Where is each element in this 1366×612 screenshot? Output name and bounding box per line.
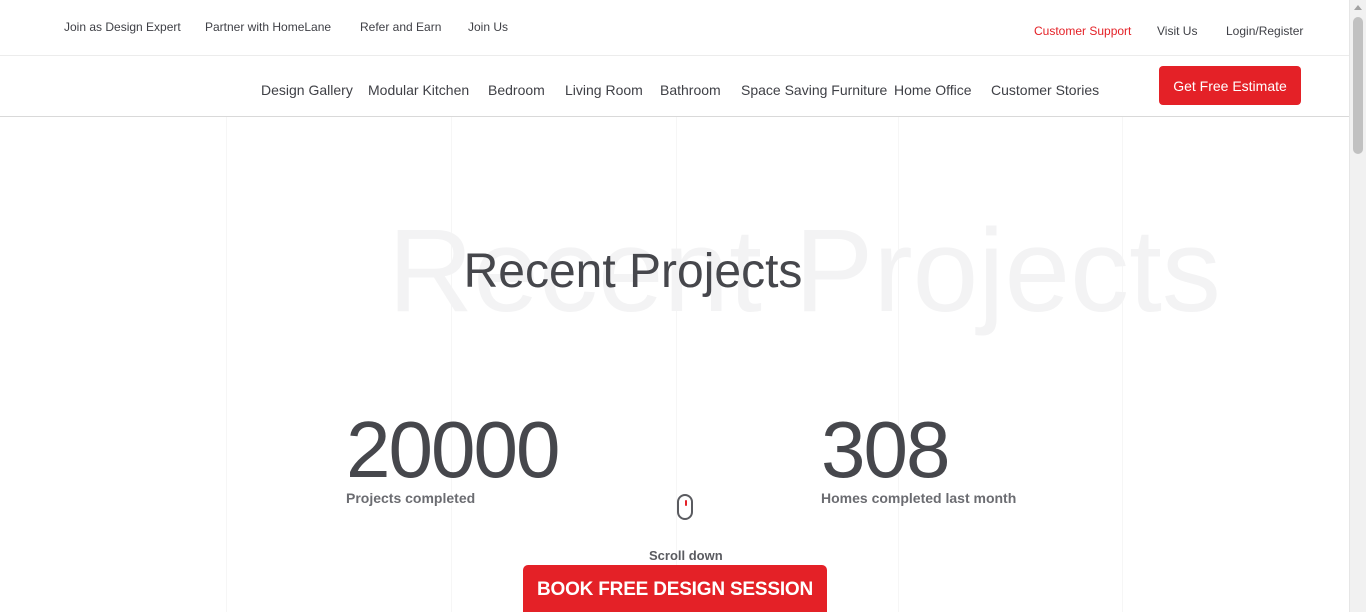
customer-support-link[interactable]: Customer Support [1034,24,1131,38]
stat-projects-value: 20000 [346,405,560,494]
scroll-down-label[interactable]: Scroll down [649,548,723,563]
book-design-session-button[interactable]: BOOK FREE DESIGN SESSION [523,565,827,612]
get-free-estimate-button[interactable]: Get Free Estimate [1159,66,1301,105]
stat-homes-value: 308 [821,405,950,494]
nav-item-space-saving-furniture[interactable]: Space Saving Furniture [741,82,887,98]
partner-link[interactable]: Partner with HomeLane [205,20,331,34]
nav-item-modular-kitchen[interactable]: Modular Kitchen [368,82,469,98]
refer-earn-link[interactable]: Refer and Earn [360,20,441,34]
grid-line [1122,117,1123,612]
stat-projects-label: Projects completed [346,490,476,506]
page-scrollbar[interactable] [1349,0,1366,612]
nav-item-living-room[interactable]: Living Room [565,82,643,98]
mouse-wheel [685,500,687,506]
stat-homes-label: Homes completed last month [821,490,1017,506]
grid-line [451,117,452,612]
section-title: Recent Projects [463,245,803,298]
nav-item-bathroom[interactable]: Bathroom [660,82,721,98]
nav-item-bedroom[interactable]: Bedroom [488,82,545,98]
main-nav: Design Gallery Modular Kitchen Bedroom L… [0,56,1349,117]
page: Join as Design Expert Partner with HomeL… [0,0,1349,612]
grid-line [226,117,227,612]
nav-item-customer-stories[interactable]: Customer Stories [991,82,1099,98]
grid-line [898,117,899,612]
visit-us-link[interactable]: Visit Us [1157,24,1197,38]
scrollbar-thumb[interactable] [1353,17,1363,154]
grid-line [676,117,677,612]
nav-item-design-gallery[interactable]: Design Gallery [261,82,353,98]
utility-bar: Join as Design Expert Partner with HomeL… [0,0,1349,56]
join-us-link[interactable]: Join Us [468,20,508,34]
nav-item-home-office[interactable]: Home Office [894,82,972,98]
scroll-up-arrow-icon[interactable] [1354,5,1362,10]
join-design-expert-link[interactable]: Join as Design Expert [64,20,181,34]
mouse-icon[interactable] [677,494,693,520]
login-register-link[interactable]: Login/Register [1226,24,1303,38]
